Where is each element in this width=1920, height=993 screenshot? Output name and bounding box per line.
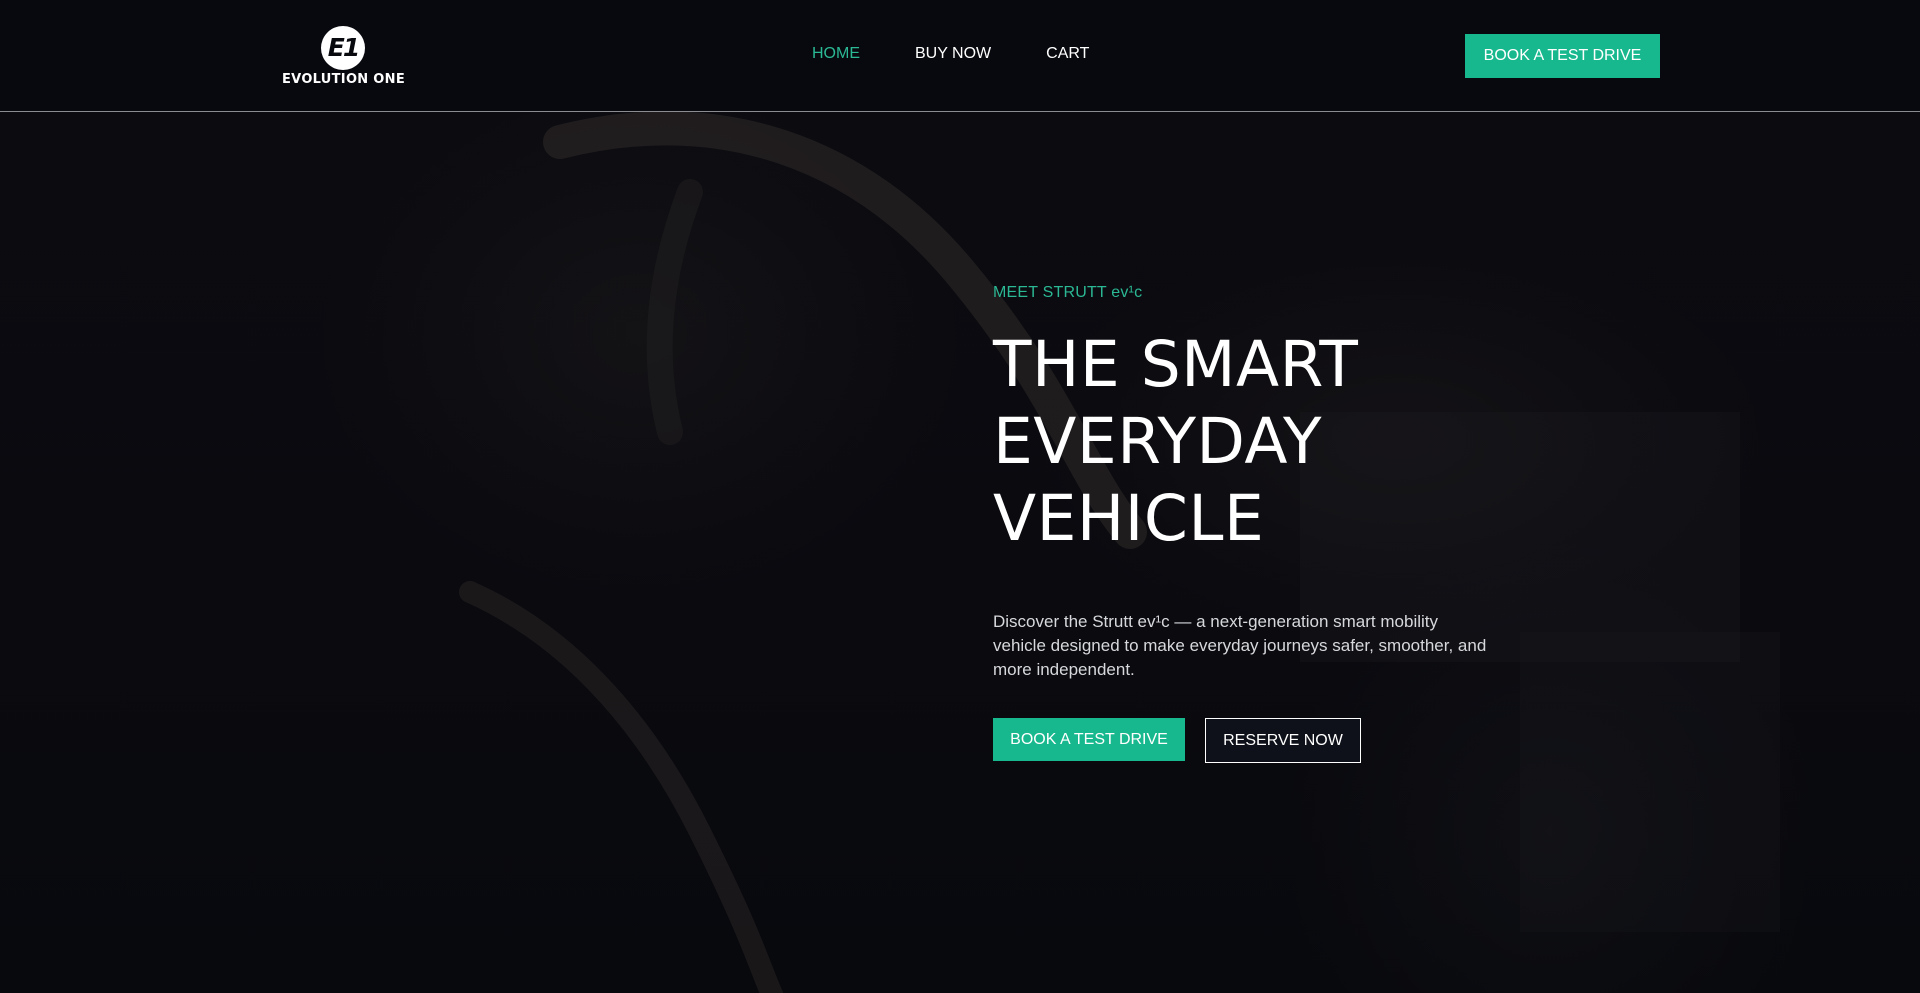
hero-description: Discover the Strutt ev¹c — a next-genera… bbox=[993, 612, 1487, 679]
reserve-now-button[interactable]: RESERVE NOW bbox=[1205, 718, 1361, 763]
hero-background-image bbox=[0, 112, 1920, 993]
site-header: E1 EVOLUTION ONE HOME BUY NOW CART BOOK … bbox=[0, 0, 1920, 112]
headline-line: VEHICLE bbox=[993, 482, 1265, 555]
hero-content: MEET STRUTT ev¹c THE SMART EVERYDAY VEHI… bbox=[993, 284, 1513, 763]
brand-name: EVOLUTION ONE bbox=[282, 72, 406, 87]
nav-item-cart[interactable]: CART bbox=[1046, 45, 1089, 63]
headline-line: EVERYDAY bbox=[993, 405, 1323, 478]
nav-item-home[interactable]: HOME bbox=[812, 45, 860, 63]
page: E1 EVOLUTION ONE HOME BUY NOW CART BOOK … bbox=[0, 0, 1920, 993]
hero-headline: THE SMART EVERYDAY VEHICLE bbox=[993, 326, 1513, 557]
headline-line: THE SMART bbox=[993, 328, 1359, 401]
nav-item-buy-now[interactable]: BUY NOW bbox=[915, 45, 991, 63]
hero-eyebrow: MEET STRUTT ev¹c bbox=[993, 284, 1143, 301]
logo-mark-icon: E1 bbox=[321, 26, 365, 70]
header-book-test-drive-button[interactable]: BOOK A TEST DRIVE bbox=[1465, 34, 1660, 78]
main-nav: HOME BUY NOW CART bbox=[812, 45, 1144, 63]
hero-cta-row: BOOK A TEST DRIVE RESERVE NOW bbox=[993, 718, 1513, 763]
brand-logo[interactable]: E1 EVOLUTION ONE bbox=[282, 26, 406, 88]
book-test-drive-button[interactable]: BOOK A TEST DRIVE bbox=[993, 718, 1185, 761]
